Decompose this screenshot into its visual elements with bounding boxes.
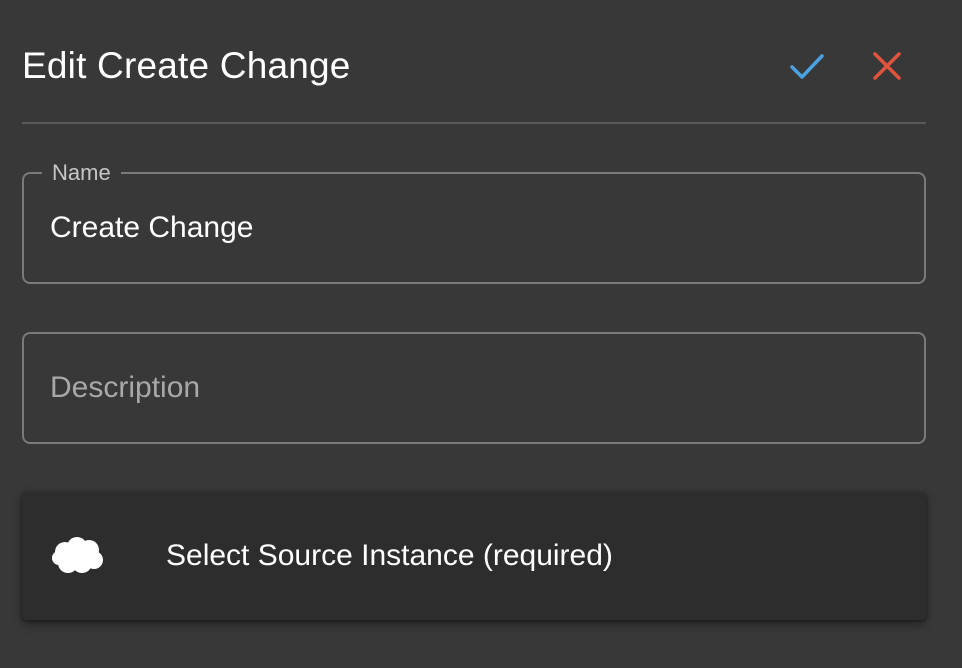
confirm-button[interactable] <box>787 46 827 86</box>
select-source-instance-button[interactable]: Select Source Instance (required) <box>22 492 926 620</box>
check-icon <box>787 46 827 86</box>
select-source-instance-label: Select Source Instance (required) <box>166 539 613 572</box>
name-field-label: Name <box>42 160 121 186</box>
cancel-button[interactable] <box>867 46 907 86</box>
description-input[interactable] <box>50 368 898 408</box>
description-field <box>22 332 926 444</box>
edit-dialog: Edit Create Change Name Create Change De… <box>0 0 962 668</box>
cloud-icon <box>52 536 104 574</box>
dialog-title: Edit Create Change <box>22 45 351 86</box>
dialog-header: Edit Create Change <box>22 0 926 124</box>
name-field: Name <box>22 160 926 284</box>
name-input[interactable] <box>50 208 898 248</box>
close-icon <box>867 46 907 86</box>
